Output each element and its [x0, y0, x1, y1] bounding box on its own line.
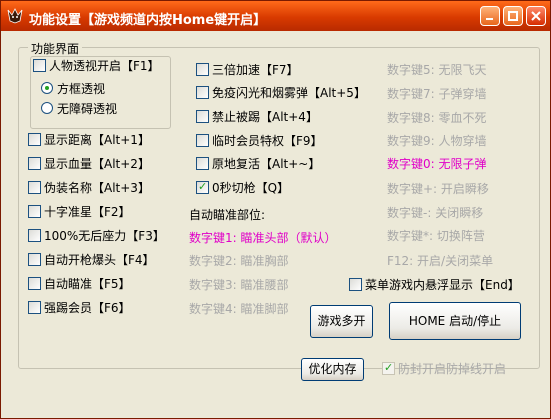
checkbox-box[interactable] [28, 253, 41, 266]
checkbox-label: 显示距离【Alt+1】 [44, 133, 150, 147]
hotkey-info: 数字键9: 人物穿墙 [387, 134, 487, 148]
home-toggle-button[interactable]: HOME 启动/停止 [389, 302, 521, 340]
aim-option-head: 数字键1: 瞄准头部（默认） [189, 231, 337, 245]
title-bar[interactable]: 功能设置【游戏频道内按Home键开启】 [1, 1, 550, 31]
close-icon [531, 11, 541, 21]
more-games-button[interactable]: 游戏多开 [310, 305, 373, 338]
checkbox-box[interactable] [196, 110, 209, 123]
radio-label: 无障碍透视 [57, 102, 118, 116]
checkbox-box[interactable] [28, 277, 41, 290]
checkbox-label: 显示血量【Alt+2】 [44, 157, 150, 171]
checkbox-box[interactable] [382, 360, 395, 376]
hotkey-info: 数字键*: 切换阵营 [387, 229, 485, 243]
radio-label: 方框透视 [57, 82, 106, 96]
checkbox-box[interactable] [196, 134, 209, 147]
checkbox-box[interactable] [28, 181, 41, 194]
checkbox-label: 0秒切枪【Q】 [212, 181, 290, 195]
maximize-button[interactable] [503, 6, 523, 26]
checkbox-label: 防封开启防掉线开启 [398, 362, 507, 376]
close-button[interactable] [526, 6, 546, 26]
maximize-icon [508, 11, 518, 21]
checkbox-box[interactable] [28, 133, 41, 146]
checkbox-label: 原地复活【Alt+~】 [212, 157, 321, 171]
checkbox-label: 禁止被踢【Alt+4】 [212, 110, 318, 124]
checkbox-label: 100%无后座力【F3】 [44, 229, 165, 243]
optimize-memory-button[interactable]: 优化内存 [301, 358, 364, 381]
checkbox-box[interactable] [349, 278, 362, 291]
hotkey-info: F12: 开启/关闭菜单 [387, 254, 494, 268]
checkbox-label: 三倍加速【F7】 [212, 63, 299, 77]
checkbox-box[interactable] [28, 157, 41, 170]
checkbox-box[interactable] [196, 157, 209, 170]
client-area: 功能界面 人物透视开启【F1】 方框透视 无障碍透视 显示距离【Alt+1】 显… [4, 32, 547, 415]
app-logo-icon [7, 8, 23, 24]
checkbox-box[interactable] [196, 179, 209, 195]
radio-dot[interactable] [41, 102, 53, 114]
settings-window: 功能设置【游戏频道内按Home键开启】 功能界面 人物透视开启【F1】 方框透视… [0, 0, 551, 419]
feature-group-label: 功能界面 [28, 40, 83, 57]
hotkey-info: 数字键5: 无限飞天 [387, 63, 487, 77]
checkbox-label: 十字准星【F2】 [44, 205, 131, 219]
checkbox-label: 强踢会员【F6】 [44, 301, 131, 315]
radio-dot[interactable] [41, 82, 53, 94]
hotkey-info: 数字键+: 开启瞬移 [387, 182, 489, 196]
checkbox-label: 自动开枪爆头【F4】 [44, 253, 155, 267]
checkbox-box[interactable] [28, 205, 41, 218]
checkbox-label: 人物透视开启【F1】 [49, 59, 160, 73]
hotkey-info: 数字键8: 零血不死 [387, 111, 487, 125]
minimize-button[interactable] [480, 6, 500, 26]
checkbox-label: 菜单游戏内悬浮显示【End】 [365, 278, 520, 292]
minimize-icon [486, 18, 493, 20]
checkbox-label: 免疫闪光和烟雾弹【Alt+5】 [212, 86, 366, 100]
aim-option-chest: 数字键2: 瞄准胸部 [189, 254, 289, 268]
aim-part-title: 自动瞄准部位: [189, 208, 266, 222]
hotkey-info-active: 数字键0: 无限子弹 [387, 157, 487, 171]
checkbox-box[interactable] [28, 301, 41, 314]
checkbox-box[interactable] [196, 63, 209, 76]
checkbox-box[interactable] [33, 59, 46, 72]
checkbox-label: 伪装名称【Alt+3】 [44, 181, 150, 195]
checkbox-label: 自动瞄准【F5】 [44, 277, 131, 291]
button-label: HOME 启动/停止 [408, 314, 502, 328]
window-title: 功能设置【游戏频道内按Home键开启】 [29, 13, 267, 28]
aim-option-waist: 数字键3: 瞄准腰部 [189, 278, 289, 292]
checkbox-box[interactable] [28, 229, 41, 242]
hotkey-info: 数字键-: 关闭瞬移 [387, 206, 484, 220]
aim-option-feet: 数字键4: 瞄准脚部 [189, 302, 289, 316]
button-label: 优化内存 [308, 362, 357, 376]
button-label: 游戏多开 [317, 314, 366, 328]
hotkey-info: 数字键7: 子弹穿墙 [387, 87, 487, 101]
checkbox-label: 临时会员特权【F9】 [212, 134, 323, 148]
checkbox-box[interactable] [196, 86, 209, 99]
